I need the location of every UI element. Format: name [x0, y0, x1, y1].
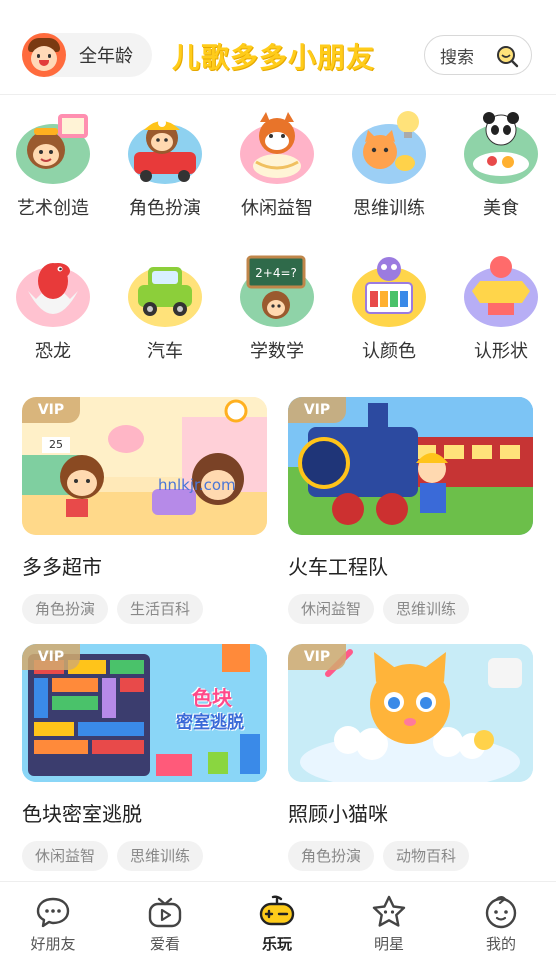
game-thumbnail[interactable]: 色块 密室逃脱 VIP	[22, 644, 267, 782]
gamepad-icon	[259, 895, 295, 926]
category-label: 艺术创造	[17, 198, 89, 219]
category-art[interactable]: 艺术创造	[3, 108, 103, 220]
tag[interactable]: 角色扮演	[288, 841, 375, 871]
tab-watch[interactable]: 爱看	[125, 894, 205, 954]
color-palette-icon	[352, 257, 426, 327]
tag[interactable]: 思维训练	[117, 841, 204, 871]
category-food[interactable]: 美食	[451, 108, 551, 220]
app-title: 儿歌多多小朋友	[172, 41, 376, 74]
game-title[interactable]: 火车工程队	[288, 551, 533, 580]
watermark-text: hnlkjr.com	[158, 476, 236, 494]
math-board-icon: 2+4=?	[240, 255, 314, 327]
tab-label: 好朋友	[30, 935, 76, 953]
game-card-kitten-care[interactable]: VIP 照顾小猫咪 角色扮演 动物百科	[288, 644, 533, 871]
star-icon	[372, 895, 406, 927]
category-thinking[interactable]: 思维训练	[339, 108, 439, 220]
tab-label: 我的	[485, 935, 516, 953]
vip-badge: VIP	[288, 644, 346, 670]
category-label: 美食	[483, 198, 519, 219]
game-card-block-escape[interactable]: 色块 密室逃脱 VIP 色块密室逃脱 休闲益智 思维训练	[22, 644, 267, 871]
category-dinosaur[interactable]: 恐龙	[3, 251, 103, 363]
search-label: 搜索	[440, 47, 474, 68]
tag-list: 休闲益智 思维训练	[22, 841, 267, 871]
game-title[interactable]: 照顾小猫咪	[288, 798, 533, 827]
tab-stars[interactable]: 明星	[349, 894, 429, 954]
game-title[interactable]: 多多超市	[22, 551, 267, 580]
tab-label: 爱看	[149, 935, 180, 953]
game-thumbnail[interactable]: VIP	[288, 644, 533, 782]
category-label: 休闲益智	[241, 198, 313, 219]
baby-face-icon	[485, 896, 517, 929]
tag[interactable]: 思维训练	[383, 594, 470, 624]
tab-friends[interactable]: 好朋友	[13, 894, 93, 954]
tag[interactable]: 动物百科	[383, 841, 470, 871]
shapes-robot-icon	[464, 256, 538, 327]
search-button[interactable]: 搜索	[424, 35, 532, 75]
monkey-firefighter-icon	[128, 119, 202, 184]
svg-text:2+4=?: 2+4=?	[255, 266, 297, 280]
vip-badge: VIP	[22, 644, 80, 670]
avatar	[22, 33, 66, 77]
bottom-nav: 好朋友 爱看 乐玩 明星 我的	[0, 881, 556, 960]
category-roleplay[interactable]: 角色扮演	[115, 108, 215, 220]
category-colors[interactable]: 认颜色	[339, 251, 439, 363]
tag-list: 角色扮演 动物百科	[288, 841, 533, 871]
vip-badge: VIP	[288, 397, 346, 423]
category-label: 角色扮演	[129, 198, 201, 219]
art-text-top: 色块	[192, 686, 232, 710]
tag-list: 角色扮演 生活百科	[22, 594, 267, 624]
art-text-bottom: 密室逃脱	[176, 713, 244, 733]
category-label: 认形状	[474, 341, 528, 362]
green-car-icon	[128, 267, 202, 327]
price-tag: 25	[42, 437, 70, 453]
tab-label: 乐玩	[261, 935, 292, 953]
top-bar: 全年龄 儿歌多多小朋友 搜索	[0, 0, 556, 95]
game-title[interactable]: 色块密室逃脱	[22, 798, 267, 827]
age-label: 全年龄	[79, 46, 133, 67]
chat-bubble-icon	[36, 897, 70, 928]
category-label: 汽车	[147, 341, 183, 362]
search-icon	[497, 46, 519, 68]
tag[interactable]: 生活百科	[117, 594, 204, 624]
game-card-supermarket[interactable]: 25 hnlkjr.com VIP 多多超市 角色扮演 生活百科	[22, 397, 267, 624]
red-panda-noodles-icon	[240, 112, 314, 184]
vip-badge: VIP	[22, 397, 80, 423]
game-thumbnail[interactable]: 25 hnlkjr.com VIP	[22, 397, 267, 535]
tag[interactable]: 角色扮演	[22, 594, 109, 624]
category-shapes[interactable]: 认形状	[451, 251, 551, 363]
category-cars[interactable]: 汽车	[115, 251, 215, 363]
tag[interactable]: 休闲益智	[22, 841, 109, 871]
category-math[interactable]: 2+4=? 学数学	[227, 251, 327, 363]
tag-list: 休闲益智 思维训练	[288, 594, 533, 624]
monkey-painting-icon	[16, 114, 90, 184]
category-casual-puzzle[interactable]: 休闲益智	[227, 108, 327, 220]
panda-food-icon	[464, 112, 538, 184]
age-selector[interactable]: 全年龄	[22, 33, 152, 77]
category-label: 恐龙	[35, 341, 71, 362]
game-thumbnail[interactable]: VIP	[288, 397, 533, 535]
cat-lightbulb-icon	[352, 111, 426, 184]
tab-mine[interactable]: 我的	[461, 894, 541, 954]
tab-play[interactable]: 乐玩	[237, 894, 317, 954]
game-card-train[interactable]: VIP 火车工程队 休闲益智 思维训练	[288, 397, 533, 624]
category-label: 认颜色	[362, 341, 416, 362]
tab-label: 明星	[373, 935, 404, 953]
category-label: 思维训练	[353, 198, 425, 219]
dinosaur-egg-icon	[16, 263, 90, 327]
category-label: 学数学	[250, 341, 304, 362]
tv-icon	[148, 897, 182, 928]
tag[interactable]: 休闲益智	[288, 594, 375, 624]
